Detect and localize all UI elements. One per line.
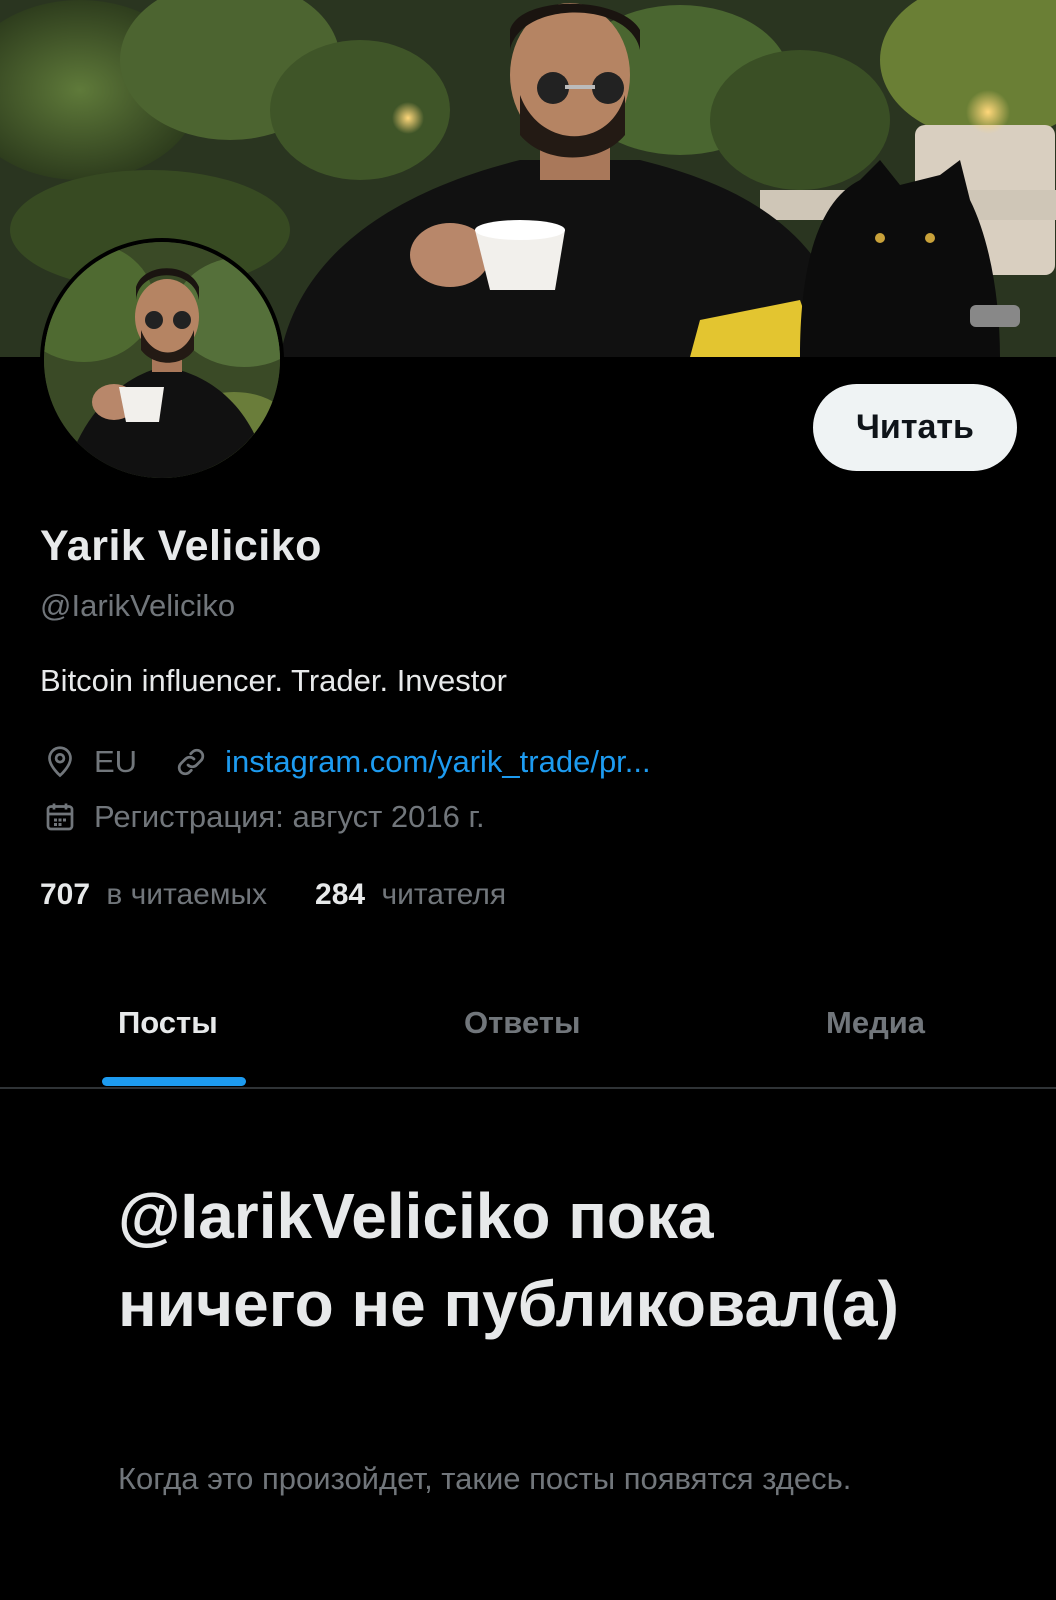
profile-joined-date: Регистрация: август 2016 г. bbox=[94, 799, 485, 834]
profile-joined-row: Регистрация: август 2016 г. bbox=[40, 797, 485, 837]
profile-website-link[interactable]: instagram.com/yarik_trade/pr... bbox=[225, 744, 651, 780]
profile-tabs: Посты Ответы Медиа bbox=[0, 965, 1056, 1089]
tab-posts[interactable]: Посты bbox=[118, 1005, 218, 1041]
follow-button[interactable]: Читать bbox=[813, 384, 1017, 471]
profile-location: EU bbox=[94, 744, 138, 779]
avatar-photo bbox=[44, 242, 280, 478]
location-pin-icon bbox=[40, 742, 80, 782]
profile-avatar[interactable] bbox=[40, 238, 284, 482]
following-label: в читаемых bbox=[106, 878, 268, 911]
followers-count: 284 bbox=[315, 878, 366, 911]
calendar-icon bbox=[40, 797, 80, 837]
link-icon bbox=[171, 742, 211, 782]
profile-meta-row: EU instagram.com/yarik_trade/pr... bbox=[40, 742, 651, 782]
followers-label: читателя bbox=[381, 878, 507, 911]
following-count: 707 bbox=[40, 878, 91, 911]
tab-media[interactable]: Медиа bbox=[826, 1005, 925, 1041]
profile-stats: 707 в читаемых 284 читателя bbox=[40, 878, 554, 912]
empty-state-subtitle: Когда это произойдет, такие посты появят… bbox=[118, 1461, 852, 1496]
profile-name: Yarik Veliciko bbox=[40, 522, 322, 570]
empty-state-title: @IarikVeliciko пока ничего не публиковал… bbox=[118, 1180, 899, 1340]
profile-handle: @IarikVeliciko bbox=[40, 588, 236, 623]
profile-bio: Bitcoin influencer. Trader. Investor bbox=[40, 663, 507, 698]
followers-stat[interactable]: 284 читателя bbox=[315, 878, 506, 912]
active-tab-indicator bbox=[102, 1077, 246, 1086]
tab-replies[interactable]: Ответы bbox=[464, 1005, 580, 1041]
following-stat[interactable]: 707 в читаемых bbox=[40, 878, 267, 912]
